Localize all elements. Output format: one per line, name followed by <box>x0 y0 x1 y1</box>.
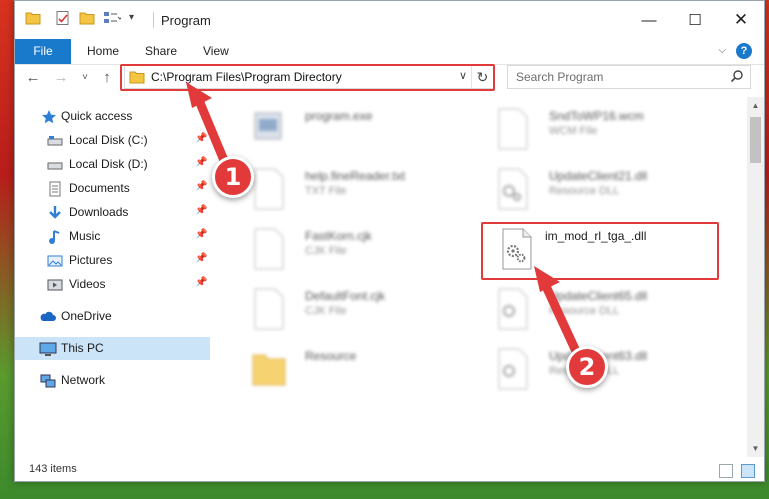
annotation-arrows <box>186 82 585 365</box>
arrow-2 <box>534 266 585 365</box>
step-badge-2: 2 <box>566 346 608 388</box>
step-badge-1: 1 <box>212 156 254 198</box>
arrow-1 <box>186 82 233 175</box>
